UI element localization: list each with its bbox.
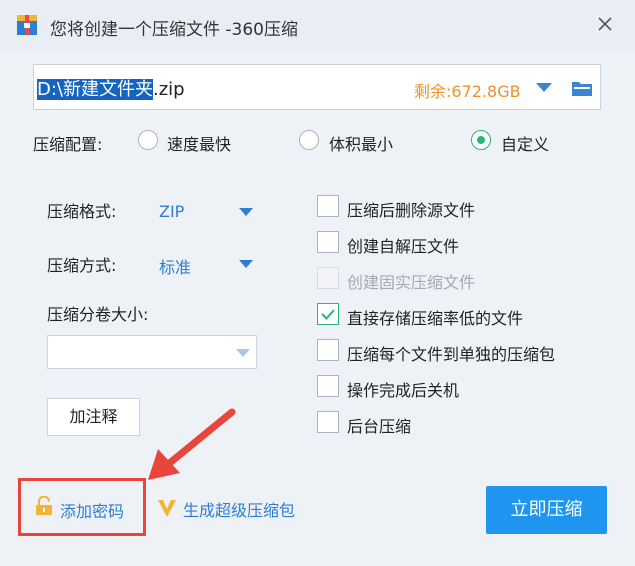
checkbox-each-separate[interactable] [317,339,339,361]
format-dropdown-icon[interactable] [239,208,253,216]
volume-size-combobox[interactable] [47,335,257,369]
output-path-selected: D:\新建文件夹 [37,79,153,100]
radio-smallest[interactable] [299,130,319,150]
checkbox-delete-source[interactable] [317,195,339,217]
format-label: 压缩格式: [47,202,117,221]
method-dropdown-icon[interactable] [239,260,253,268]
checkbox-solid-archive [317,267,339,289]
volume-label: 压缩分卷大小: [47,305,149,324]
super-pack-label: 生成超级压缩包 [183,501,296,520]
checkbox-each-separate-label[interactable]: 压缩每个文件到单独的压缩包 [347,341,555,365]
archive-app-icon [17,15,37,35]
v-badge-icon [158,500,176,517]
add-password-link[interactable]: 添加密码 [18,478,146,536]
checkbox-self-extract[interactable] [317,231,339,253]
chevron-down-icon[interactable] [536,83,552,92]
checkbox-store-low-ratio[interactable] [317,303,339,325]
close-icon[interactable] [594,13,616,35]
checkbox-delete-source-label[interactable]: 压缩后删除源文件 [347,197,475,221]
checkbox-background[interactable] [317,411,339,433]
output-path-field[interactable]: D:\新建文件夹.zip 剩余:672.8GB [33,64,601,110]
method-select[interactable]: 标准 [159,254,191,278]
checkbox-shutdown-label[interactable]: 操作完成后关机 [347,377,459,401]
folder-icon[interactable] [571,79,593,97]
output-path-text[interactable]: D:\新建文件夹.zip [37,75,185,101]
compress-dialog: 您将创建一个压缩文件 -360压缩 D:\新建文件夹.zip 剩余:672.8G… [0,0,635,566]
window-title: 您将创建一个压缩文件 -360压缩 [50,20,298,40]
compress-now-button[interactable]: 立即压缩 [486,486,607,534]
checkbox-shutdown[interactable] [317,375,339,397]
radio-fastest-label[interactable]: 速度最快 [167,131,231,155]
add-comment-button[interactable]: 加注释 [47,398,140,436]
lock-icon [36,496,52,515]
checkbox-self-extract-label[interactable]: 创建自解压文件 [347,233,459,257]
output-path-extension: .zip [153,79,185,100]
method-label: 压缩方式: [47,256,117,275]
config-label: 压缩配置: [33,135,103,154]
checkbox-solid-archive-label: 创建固实压缩文件 [347,273,476,292]
radio-custom[interactable] [471,130,491,150]
format-select[interactable]: ZIP [159,202,184,221]
volume-dropdown-icon[interactable] [236,349,250,357]
radio-custom-label[interactable]: 自定义 [501,131,549,155]
checkbox-store-low-ratio-label[interactable]: 直接存储压缩率低的文件 [347,305,523,329]
radio-fastest[interactable] [138,130,158,150]
title-bar: 您将创建一个压缩文件 -360压缩 [0,0,635,50]
free-space-label: 剩余:672.8GB [414,82,521,101]
add-password-label: 添加密码 [60,502,125,521]
radio-smallest-label[interactable]: 体积最小 [329,131,393,155]
checkbox-background-label[interactable]: 后台压缩 [347,413,411,437]
checkmark-icon [321,309,335,320]
